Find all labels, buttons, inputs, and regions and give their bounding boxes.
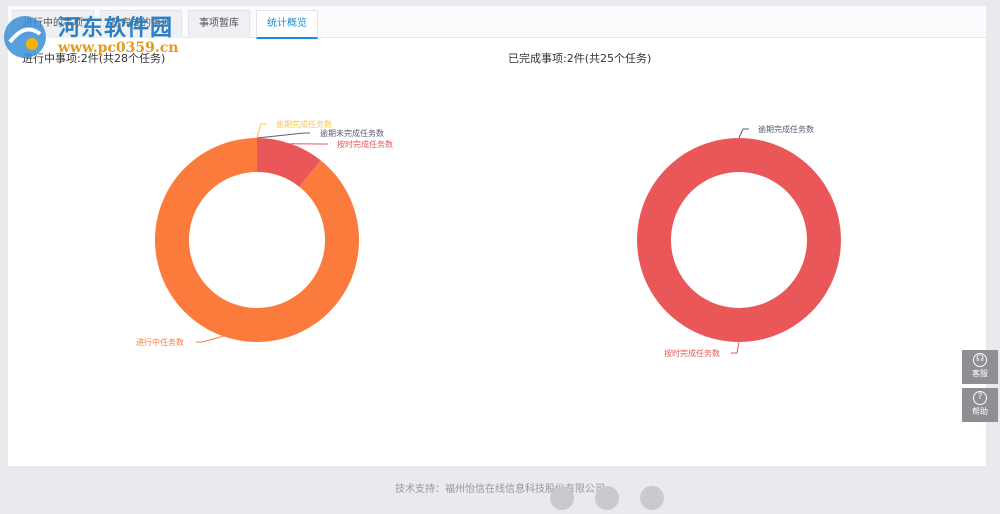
question-icon: ? [973,391,987,405]
label-line-1-1 [731,342,739,353]
donut-slice-1-1[interactable] [637,138,841,342]
left-donut-chart: 逾期完成任务数逾期未完成任务数按时完成任务数进行中任务数 [136,119,393,347]
slice-label-0-1: 逾期未完成任务数 [320,128,384,138]
watermark-name: 河东软件园 [58,10,173,42]
footer-icons [550,486,680,514]
footer-icon-2[interactable] [595,486,619,510]
slice-label-0-3: 进行中任务数 [136,337,184,347]
watermark-logo: 河东软件园 www.pc0359.cn [2,6,202,66]
label-line-0-0 [257,124,267,138]
watermark-url: www.pc0359.cn [58,40,178,56]
headset-icon: ☊ [973,353,987,367]
slice-label-1-1: 按时完成任务数 [664,348,720,358]
watermark-logo-icon [2,14,48,60]
footer-icon-1[interactable] [550,486,574,510]
slice-label-0-2: 按时完成任务数 [337,139,393,149]
right-donut-chart: 逾期完成任务数按时完成任务数 [637,124,841,358]
label-line-1-0 [739,129,749,138]
footer-icon-3[interactable] [640,486,664,510]
slice-label-1-0: 逾期完成任务数 [758,124,814,134]
label-line-0-3 [196,336,223,342]
customer-service-button[interactable]: ☊ 客服 [962,350,998,384]
slice-label-0-0: 逾期完成任务数 [276,119,332,129]
footer: 技术支持：福州怡信在线信息科技股份有限公司 [0,466,1000,494]
help-button[interactable]: ? 帮助 [962,388,998,422]
label-line-0-1 [257,133,310,138]
charts-canvas: 逾期完成任务数逾期未完成任务数按时完成任务数进行中任务数 逾期完成任务数按时完成… [8,6,986,466]
stats-page: 进行中的事项 已完成的事项 事项暂库 统计概览 进行中事项:2件(共28个任务)… [8,6,986,466]
